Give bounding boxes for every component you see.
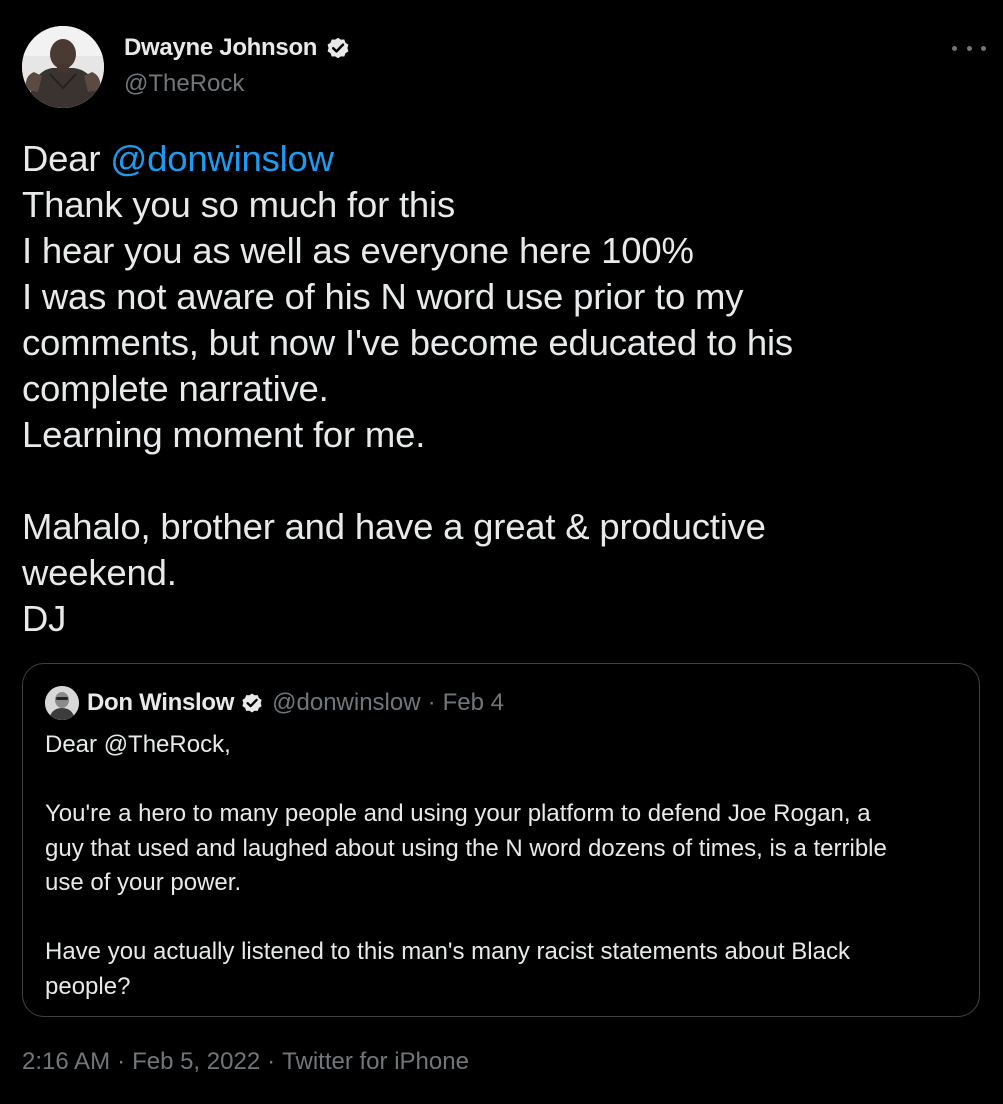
tweet-line: DJ <box>22 598 67 639</box>
quoted-tweet[interactable]: Don Winslow @donwinslow · Feb 4 Dear @Th… <box>22 663 980 1017</box>
separator-dot: · <box>117 1048 126 1075</box>
tweet-line: comments, but now I've become educated t… <box>22 322 793 363</box>
tweet-metadata: 2:16 AM · Feb 5, 2022 · Twitter for iPho… <box>22 1048 469 1076</box>
author-handle[interactable]: @TheRock <box>124 70 244 98</box>
tweet-line: weekend. <box>22 552 177 593</box>
tweet-time[interactable]: 2:16 AM <box>22 1048 110 1076</box>
quoted-tweet-line: people? <box>45 972 131 1000</box>
tweet-line: complete narrative. <box>22 368 329 409</box>
more-horizontal-icon <box>952 45 957 51</box>
quoted-tweet-line: Have you actually listened to this man's… <box>45 938 850 965</box>
quoted-tweet-text: Dear @TheRock, You're a hero to many peo… <box>45 728 965 1004</box>
avatar-image <box>45 686 79 720</box>
author-name[interactable]: Dwayne Johnson <box>124 34 317 62</box>
more-options-button[interactable] <box>952 38 986 58</box>
more-horizontal-icon <box>966 45 972 51</box>
quoted-tweet-line: Dear @TheRock, <box>45 731 231 758</box>
quoted-tweet-blank-line <box>45 763 965 798</box>
quoted-tweet-header: Don Winslow @donwinslow · Feb 4 <box>45 686 504 720</box>
author-avatar[interactable] <box>22 26 104 108</box>
quoted-tweet-line: guy that used and laughed about using th… <box>45 834 887 862</box>
verified-badge-icon <box>240 691 264 715</box>
tweet-line: Learning moment for me. <box>22 414 426 455</box>
tweet-text: Dear @donwinslow Thank you so much for t… <box>22 136 982 642</box>
tweet-source[interactable]: Twitter for iPhone <box>282 1048 469 1076</box>
tweet-line: Mahalo, brother and have a great & produ… <box>22 506 766 547</box>
author-name-row[interactable]: Dwayne Johnson <box>124 34 351 62</box>
quoted-tweet-blank-line <box>45 901 965 936</box>
quoted-tweet-line: use of your power. <box>45 869 242 896</box>
tweet-line: Dear @donwinslow <box>22 136 982 182</box>
avatar-image <box>22 26 104 108</box>
mention-link[interactable]: @donwinslow <box>110 138 334 179</box>
tweet-line: I was not aware of his N word use prior … <box>22 276 744 317</box>
more-horizontal-icon <box>981 45 986 51</box>
quoted-tweet-date: Feb 4 <box>442 689 504 716</box>
tweet: Dwayne Johnson @TheRock Dear @donwinslow… <box>0 0 1003 1104</box>
quoted-author-name: Don Winslow <box>87 689 235 716</box>
tweet-line: Thank you so much for this <box>22 184 455 225</box>
tweet-line: I hear you as well as everyone here 100% <box>22 230 694 271</box>
quoted-author-handle: @donwinslow <box>272 689 421 716</box>
tweet-date[interactable]: Feb 5, 2022 <box>132 1048 260 1076</box>
separator-dot: · <box>427 689 436 716</box>
quoted-author-avatar <box>45 686 79 720</box>
separator-dot: · <box>267 1048 276 1075</box>
verified-badge-icon <box>325 35 351 61</box>
quoted-tweet-line: You're a hero to many people and using y… <box>45 800 871 827</box>
tweet-greeting: Dear <box>22 138 111 179</box>
